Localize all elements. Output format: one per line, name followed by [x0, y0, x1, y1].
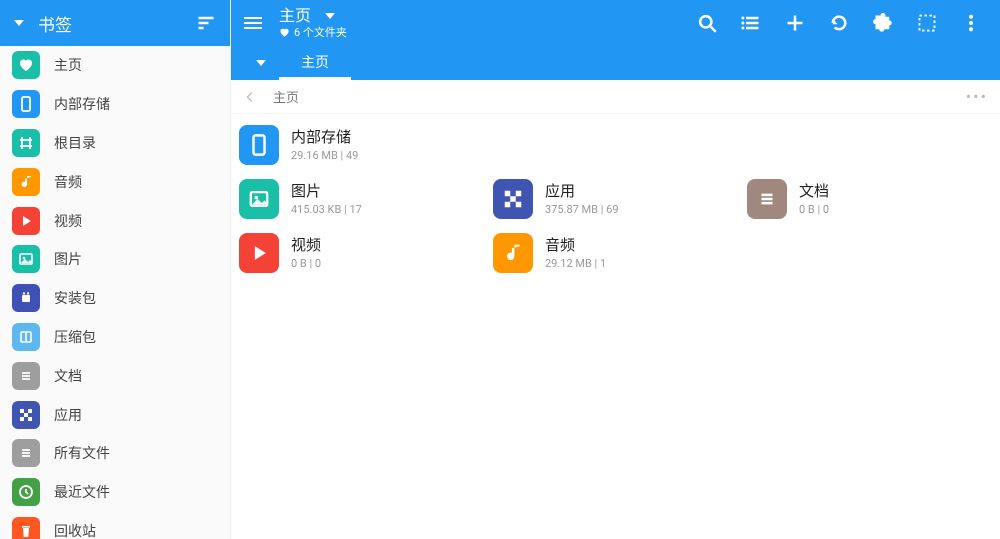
doc-icon — [747, 179, 787, 219]
sidebar-item-label: 音频 — [54, 172, 82, 192]
grid-icon — [12, 401, 40, 429]
sort-icon[interactable] — [196, 13, 216, 33]
sidebar-item-music[interactable]: 音频 — [0, 162, 230, 201]
tile-subtitle: 415.03 KB | 17 — [291, 203, 362, 217]
content-grid: 内部存储 29.16 MB | 49 图片 415.03 KB | 17 应用 375.8… — [231, 114, 1000, 539]
tile-label: 图片 — [291, 182, 362, 201]
folder-tile[interactable]: 文档 0 B | 0 — [739, 172, 993, 226]
sidebar-item-device[interactable]: 内部存储 — [0, 85, 230, 124]
sidebar-item-label: 压缩包 — [54, 327, 96, 347]
tile-subtitle: 29.16 MB | 49 — [291, 149, 358, 163]
tab-label: 主页 — [301, 52, 329, 72]
breadcrumb: 主页 ••• — [231, 80, 1000, 114]
sidebar-item-doc[interactable]: 文档 — [0, 356, 230, 395]
tile-subtitle: 0 B | 0 — [799, 203, 829, 217]
tile-label: 文档 — [799, 182, 829, 201]
breadcrumb-path[interactable]: 主页 — [273, 87, 299, 106]
sidebar-list: 主页内部存储根目录音频视频图片安装包压缩包文档应用所有文件最近文件回收站 — [0, 46, 230, 539]
trash-icon — [12, 517, 40, 539]
breadcrumb-more-button[interactable]: ••• — [966, 87, 988, 106]
tile-label: 内部存储 — [291, 128, 358, 147]
back-button[interactable] — [243, 90, 257, 104]
doc-icon — [12, 362, 40, 390]
device-icon — [239, 125, 279, 165]
page-subtitle: 6 个文件夹 — [279, 27, 347, 39]
sidebar-item-label: 内部存储 — [54, 94, 110, 114]
play-icon — [12, 207, 40, 235]
tab-row: 主页 — [231, 46, 1000, 80]
tab-active[interactable]: 主页 — [279, 46, 351, 80]
appbar-actions — [688, 4, 994, 42]
search-button[interactable] — [688, 4, 726, 42]
sidebar-item-hash[interactable]: 根目录 — [0, 124, 230, 163]
sidebar-item-label: 文档 — [54, 366, 82, 386]
sidebar-item-label: 所有文件 — [54, 443, 110, 463]
archive-icon — [12, 323, 40, 351]
doc-icon — [12, 439, 40, 467]
folder-tile[interactable]: 应用 375.87 MB | 69 — [485, 172, 739, 226]
sidebar-item-trash[interactable]: 回收站 — [0, 512, 230, 539]
tab-home-button[interactable] — [243, 46, 279, 80]
folder-tile[interactable]: 视频 0 B | 0 — [231, 226, 485, 280]
music-icon — [493, 233, 533, 273]
sidebar-item-android[interactable]: 安装包 — [0, 279, 230, 318]
folder-tile[interactable]: 内部存储 29.16 MB | 49 — [231, 118, 1000, 172]
tile-label: 应用 — [545, 182, 619, 201]
menu-button[interactable] — [241, 11, 265, 35]
sidebar-item-label: 最近文件 — [54, 482, 110, 502]
tile-subtitle: 375.87 MB | 69 — [545, 203, 619, 217]
sidebar-item-label: 图片 — [54, 249, 82, 269]
heart-icon — [12, 51, 40, 79]
page-title: 主页 — [279, 7, 311, 25]
overflow-button[interactable] — [952, 4, 990, 42]
play-icon — [239, 233, 279, 273]
sidebar-item-label: 回收站 — [54, 521, 96, 539]
sidebar-item-archive[interactable]: 压缩包 — [0, 318, 230, 357]
grid-icon — [493, 179, 533, 219]
plugins-button[interactable] — [864, 4, 902, 42]
hash-icon — [12, 129, 40, 157]
music-icon — [12, 168, 40, 196]
sidebar-item-label: 应用 — [54, 405, 82, 425]
device-icon — [12, 90, 40, 118]
sidebar-item-grid[interactable]: 应用 — [0, 395, 230, 434]
tile-label: 视频 — [291, 236, 321, 255]
tile-label: 音频 — [545, 236, 606, 255]
sidebar-item-label: 安装包 — [54, 288, 96, 308]
sidebar-title: 书签 — [38, 11, 182, 36]
sidebar-item-play[interactable]: 视频 — [0, 201, 230, 240]
select-button[interactable] — [908, 4, 946, 42]
main: 主页 6 个文件夹 主页 主页 • — [231, 0, 1000, 539]
image-icon — [12, 245, 40, 273]
sidebar-item-label: 主页 — [54, 55, 82, 75]
folder-tile[interactable]: 音频 29.12 MB | 1 — [485, 226, 739, 280]
sidebar-header[interactable]: 书签 — [0, 0, 230, 46]
tile-subtitle: 0 B | 0 — [291, 257, 321, 271]
appbar: 主页 6 个文件夹 — [231, 0, 1000, 46]
sidebar-item-clock[interactable]: 最近文件 — [0, 473, 230, 512]
sidebar: 书签 主页内部存储根目录音频视频图片安装包压缩包文档应用所有文件最近文件回收站 — [0, 0, 231, 539]
chevron-down-icon — [14, 20, 24, 26]
add-button[interactable] — [776, 4, 814, 42]
clock-icon — [12, 478, 40, 506]
appbar-title-block[interactable]: 主页 6 个文件夹 — [279, 7, 347, 39]
image-icon — [239, 179, 279, 219]
view-button[interactable] — [732, 4, 770, 42]
sidebar-item-label: 根目录 — [54, 133, 96, 153]
sidebar-item-label: 视频 — [54, 211, 82, 231]
sidebar-item-image[interactable]: 图片 — [0, 240, 230, 279]
chevron-down-icon — [256, 60, 266, 66]
refresh-button[interactable] — [820, 4, 858, 42]
folder-tile[interactable]: 图片 415.03 KB | 17 — [231, 172, 485, 226]
android-icon — [12, 284, 40, 312]
chevron-down-icon — [325, 13, 335, 19]
tile-subtitle: 29.12 MB | 1 — [545, 257, 606, 271]
sidebar-item-heart[interactable]: 主页 — [0, 46, 230, 85]
sidebar-item-doc[interactable]: 所有文件 — [0, 434, 230, 473]
